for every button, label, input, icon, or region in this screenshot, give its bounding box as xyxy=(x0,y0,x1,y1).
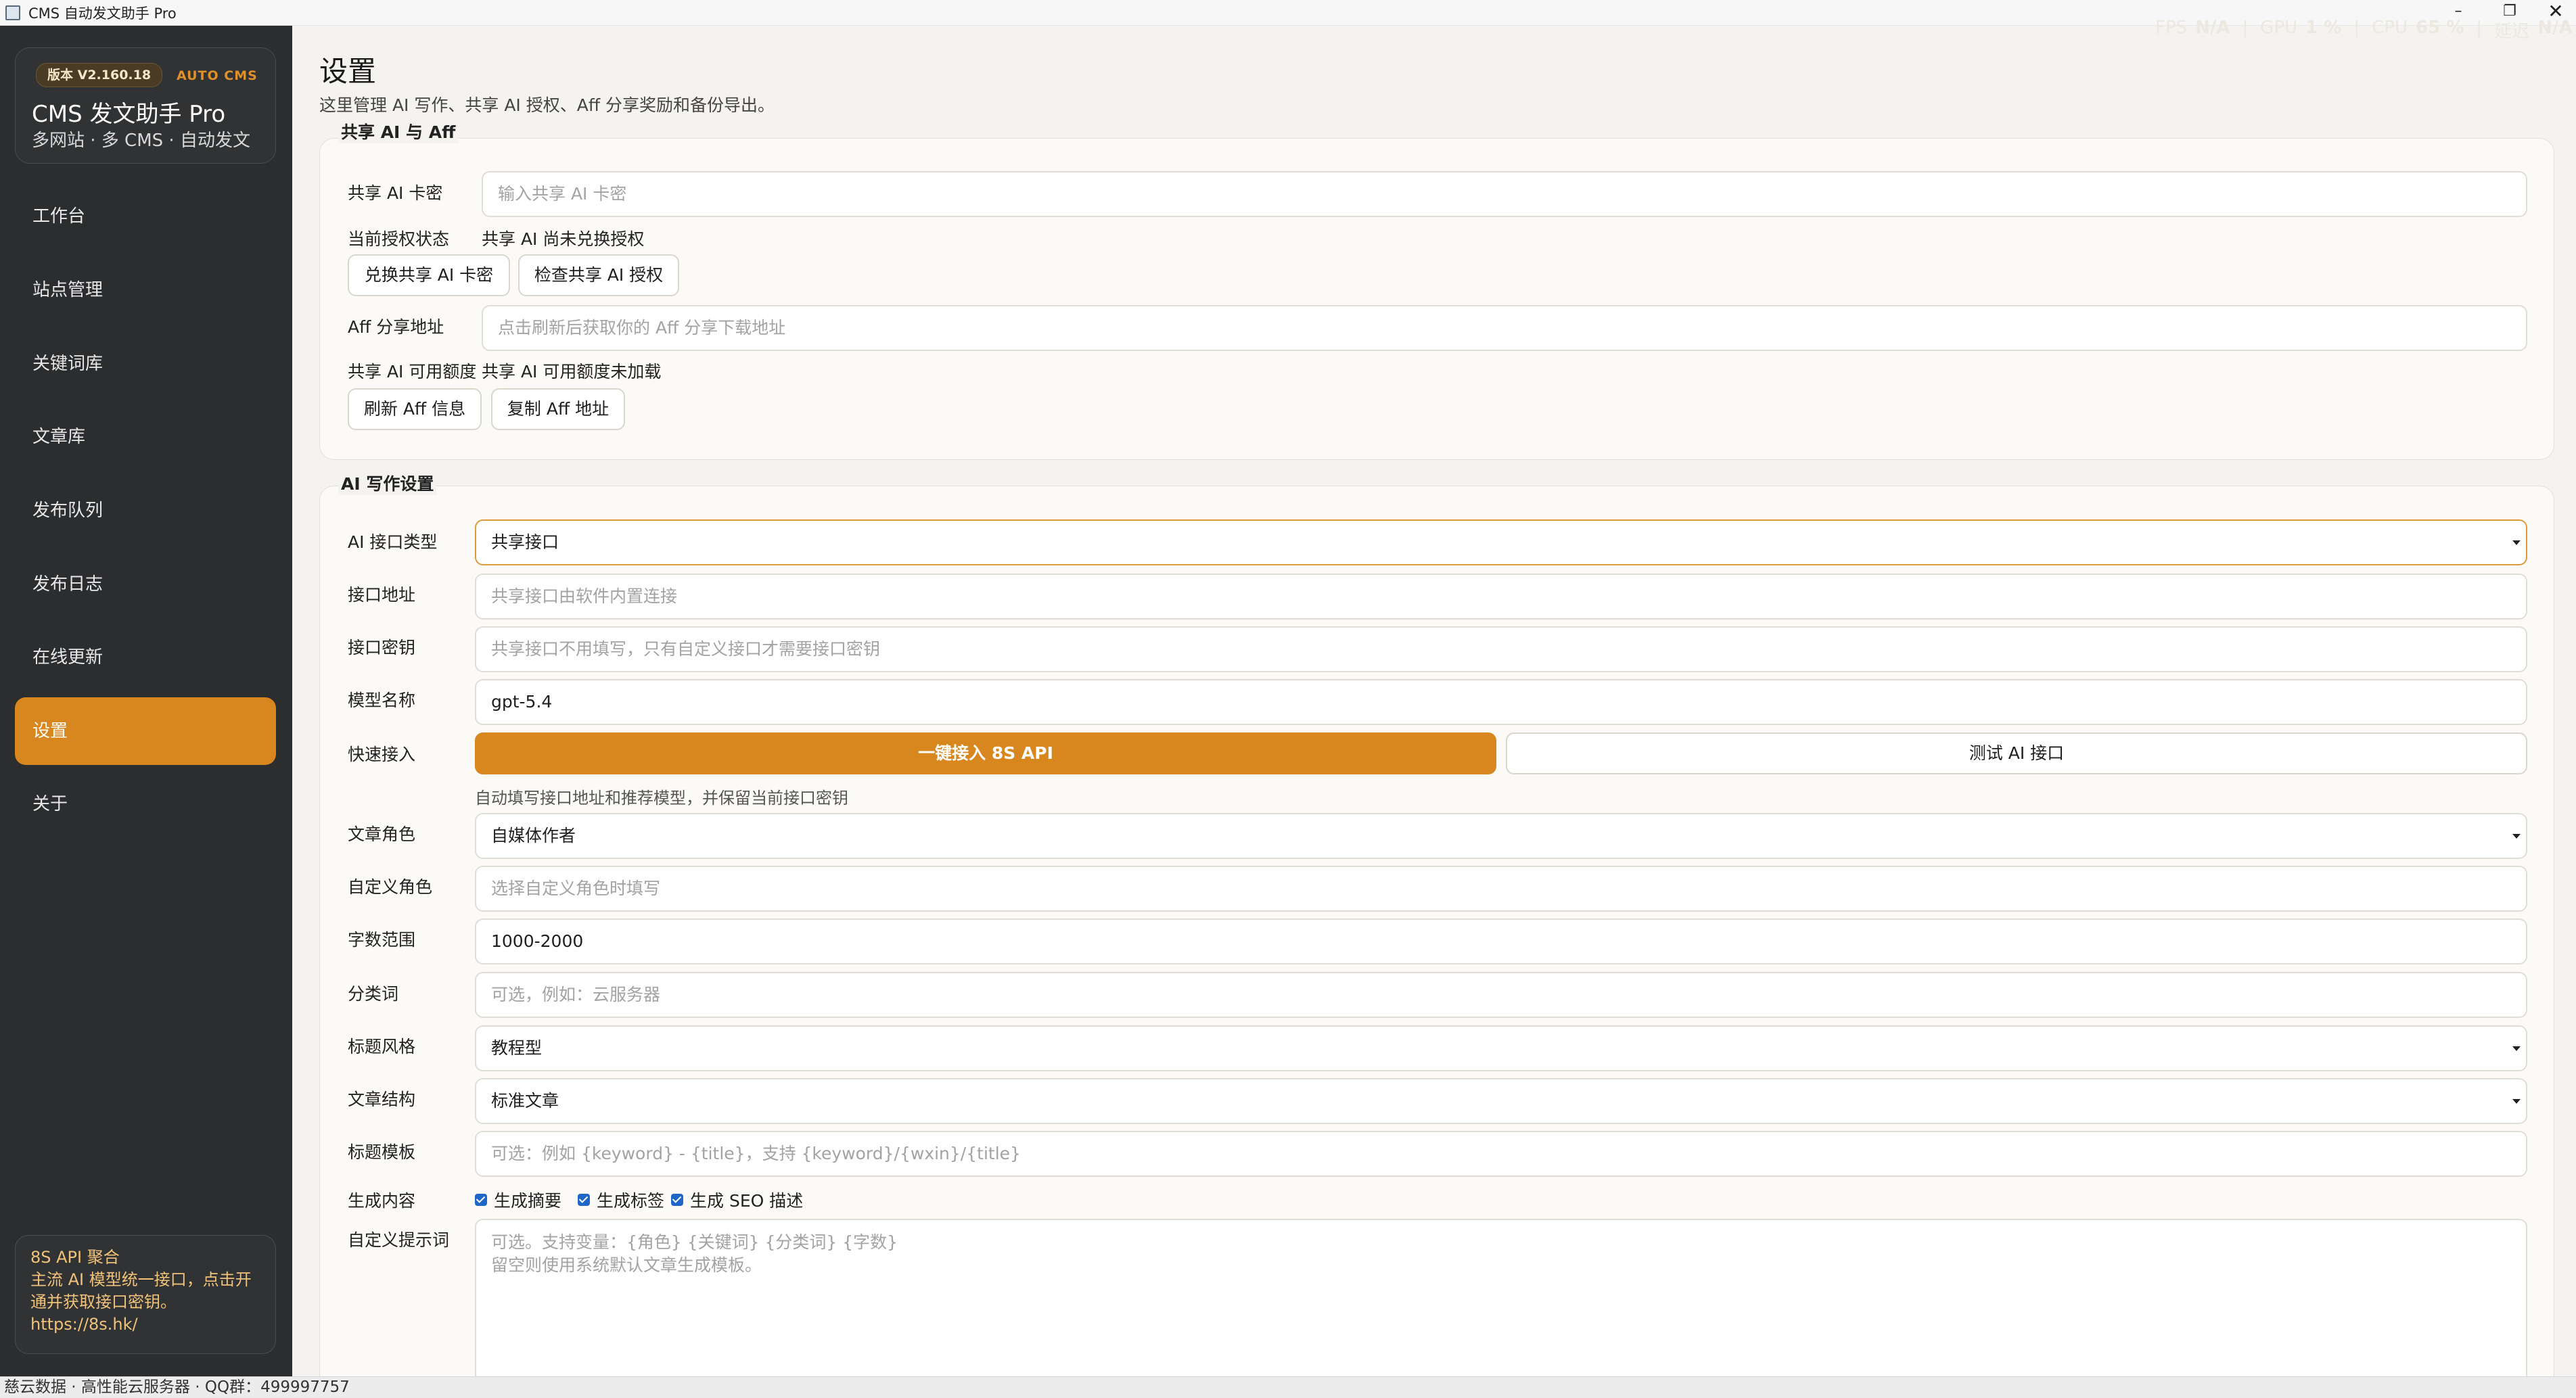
prompt-placeholder-line: 可选。支持变量：{角色} {关键词} {分类词} {字数} xyxy=(491,1232,898,1252)
structure-select[interactable]: 标准文章 xyxy=(475,1078,2527,1124)
api-key-input[interactable]: 共享接口不用填写，只有自定义接口才需要接口密钥 xyxy=(475,626,2527,672)
role-label: 文章角色 xyxy=(348,824,416,844)
custom-prompt-textarea[interactable]: 可选。支持变量：{角色} {关键词} {分类词} {字数} 留空则使用系统默认文章… xyxy=(475,1219,2527,1376)
title-template-label: 标题模板 xyxy=(348,1142,416,1162)
custom-role-input[interactable]: 选择自定义角色时填写 xyxy=(475,866,2527,912)
model-input[interactable]: gpt-5.4 xyxy=(475,679,2527,725)
api-type-select[interactable]: 共享接口 xyxy=(475,519,2527,565)
shared-card-label: 共享 AI 卡密 xyxy=(348,183,443,203)
promo-link[interactable]: https://8s.hk/ xyxy=(30,1313,260,1336)
redeem-card-button[interactable]: 兑换共享 AI 卡密 xyxy=(348,254,510,296)
status-bar: 慈云数据 · 高性能云服务器 · QQ群：499997757 xyxy=(0,1376,2576,1398)
window-title: CMS 自动发文助手 Pro xyxy=(28,5,177,22)
api-url-label: 接口地址 xyxy=(348,585,416,605)
nav-item-keywords[interactable]: 关键词库 xyxy=(15,330,276,398)
gen-tags-checkbox[interactable]: 生成标签 xyxy=(578,1188,664,1212)
quick-connect-label: 快速接入 xyxy=(348,745,416,764)
nav-item-about[interactable]: 关于 xyxy=(15,770,276,838)
prompt-placeholder-line: 留空则使用系统默认文章生成模板。 xyxy=(491,1255,762,1275)
nav-item-logs[interactable]: 发布日志 xyxy=(15,551,276,618)
copy-aff-button[interactable]: 复制 Aff 地址 xyxy=(491,388,625,430)
word-range-input[interactable]: 1000-2000 xyxy=(475,918,2527,964)
app-name: CMS 发文助手 Pro xyxy=(32,101,226,128)
generate-content-label: 生成内容 xyxy=(348,1191,416,1211)
version-badge: 版本 V2.160.18 xyxy=(36,63,163,87)
brand-card: 版本 V2.160.18 AUTO CMS CMS 发文助手 Pro 多网站 ·… xyxy=(15,47,276,164)
category-input[interactable]: 可选，例如：云服务器 xyxy=(475,972,2527,1018)
quota-value: 共享 AI 可用额度未加载 xyxy=(482,362,662,381)
title-style-label: 标题风格 xyxy=(348,1037,416,1056)
nav-item-queue[interactable]: 发布队列 xyxy=(15,477,276,544)
auto-cms-tag: AUTO CMS xyxy=(177,68,258,83)
quick-connect-hint: 自动填写接口地址和推荐模型，并保留当前接口密钥 xyxy=(475,789,848,808)
gen-seo-label: 生成 SEO 描述 xyxy=(690,1191,804,1211)
model-label: 模型名称 xyxy=(348,691,416,710)
api-type-label: AI 接口类型 xyxy=(348,532,438,552)
quick-connect-button[interactable]: 一键接入 8S API xyxy=(475,732,1496,774)
gen-seo-checkbox[interactable]: 生成 SEO 描述 xyxy=(671,1188,803,1212)
checkbox-checked-icon xyxy=(475,1194,487,1206)
check-auth-button[interactable]: 检查共享 AI 授权 xyxy=(518,254,679,296)
word-range-label: 字数范围 xyxy=(348,930,416,950)
nav-item-workbench[interactable]: 工作台 xyxy=(15,183,276,250)
page-subtitle: 这里管理 AI 写作、共享 AI 授权、Aff 分享奖励和备份导出。 xyxy=(319,95,775,115)
checkbox-checked-icon xyxy=(671,1194,683,1206)
gen-summary-label: 生成摘要 xyxy=(494,1191,562,1211)
custom-prompt-label: 自定义提示词 xyxy=(348,1230,450,1250)
title-template-input[interactable]: 可选：例如 {keyword} - {title}，支持 {keyword}/{… xyxy=(475,1131,2527,1177)
test-api-button[interactable]: 测试 AI 接口 xyxy=(1506,732,2527,774)
shared-ai-group-title: 共享 AI 与 Aff xyxy=(338,119,459,143)
nav-item-sites[interactable]: 站点管理 xyxy=(15,256,276,324)
api-url-input[interactable]: 共享接口由软件内置连接 xyxy=(475,574,2527,620)
page-title: 设置 xyxy=(319,55,377,88)
app-icon xyxy=(5,5,20,20)
aff-url-label: Aff 分享地址 xyxy=(348,317,444,337)
promo-card[interactable]: 8S API 聚合 主流 AI 模型统一接口，点击开 通并获取接口密钥。 htt… xyxy=(15,1235,276,1354)
promo-title: 8S API 聚合 xyxy=(30,1248,120,1267)
checkbox-checked-icon xyxy=(578,1194,590,1206)
custom-role-label: 自定义角色 xyxy=(348,877,433,897)
api-key-label: 接口密钥 xyxy=(348,638,416,657)
role-select[interactable]: 自媒体作者 xyxy=(475,813,2527,859)
gen-summary-checkbox[interactable]: 生成摘要 xyxy=(475,1188,561,1212)
structure-label: 文章结构 xyxy=(348,1090,416,1109)
nav-item-settings[interactable]: 设置 xyxy=(15,697,276,765)
main-content: 设置 这里管理 AI 写作、共享 AI 授权、Aff 分享奖励和备份导出。 共享… xyxy=(292,26,2576,1376)
nav-item-update[interactable]: 在线更新 xyxy=(15,624,276,691)
sidebar: 版本 V2.160.18 AUTO CMS CMS 发文助手 Pro 多网站 ·… xyxy=(0,26,292,1376)
promo-line: 主流 AI 模型统一接口，点击开 xyxy=(30,1270,252,1289)
title-style-select[interactable]: 教程型 xyxy=(475,1025,2527,1071)
ai-writing-group-title: AI 写作设置 xyxy=(338,471,437,495)
aff-url-input[interactable]: 点击刷新后获取你的 Aff 分享下载地址 xyxy=(482,305,2527,351)
gen-tags-label: 生成标签 xyxy=(597,1191,665,1211)
nav-item-articles[interactable]: 文章库 xyxy=(15,403,276,471)
auth-status-value: 共享 AI 尚未兑换授权 xyxy=(482,229,645,249)
category-label: 分类词 xyxy=(348,984,399,1004)
generate-options: 生成摘要 生成标签 生成 SEO 描述 xyxy=(475,1188,881,1212)
quota-label: 共享 AI 可用额度 xyxy=(348,362,477,381)
refresh-aff-button[interactable]: 刷新 Aff 信息 xyxy=(348,388,482,430)
auth-status-label: 当前授权状态 xyxy=(348,229,450,249)
promo-line: 通并获取接口密钥。 xyxy=(30,1292,177,1311)
shared-card-input[interactable]: 输入共享 AI 卡密 xyxy=(482,171,2527,217)
app-subtitle: 多网站 · 多 CMS · 自动发文 xyxy=(32,131,250,151)
